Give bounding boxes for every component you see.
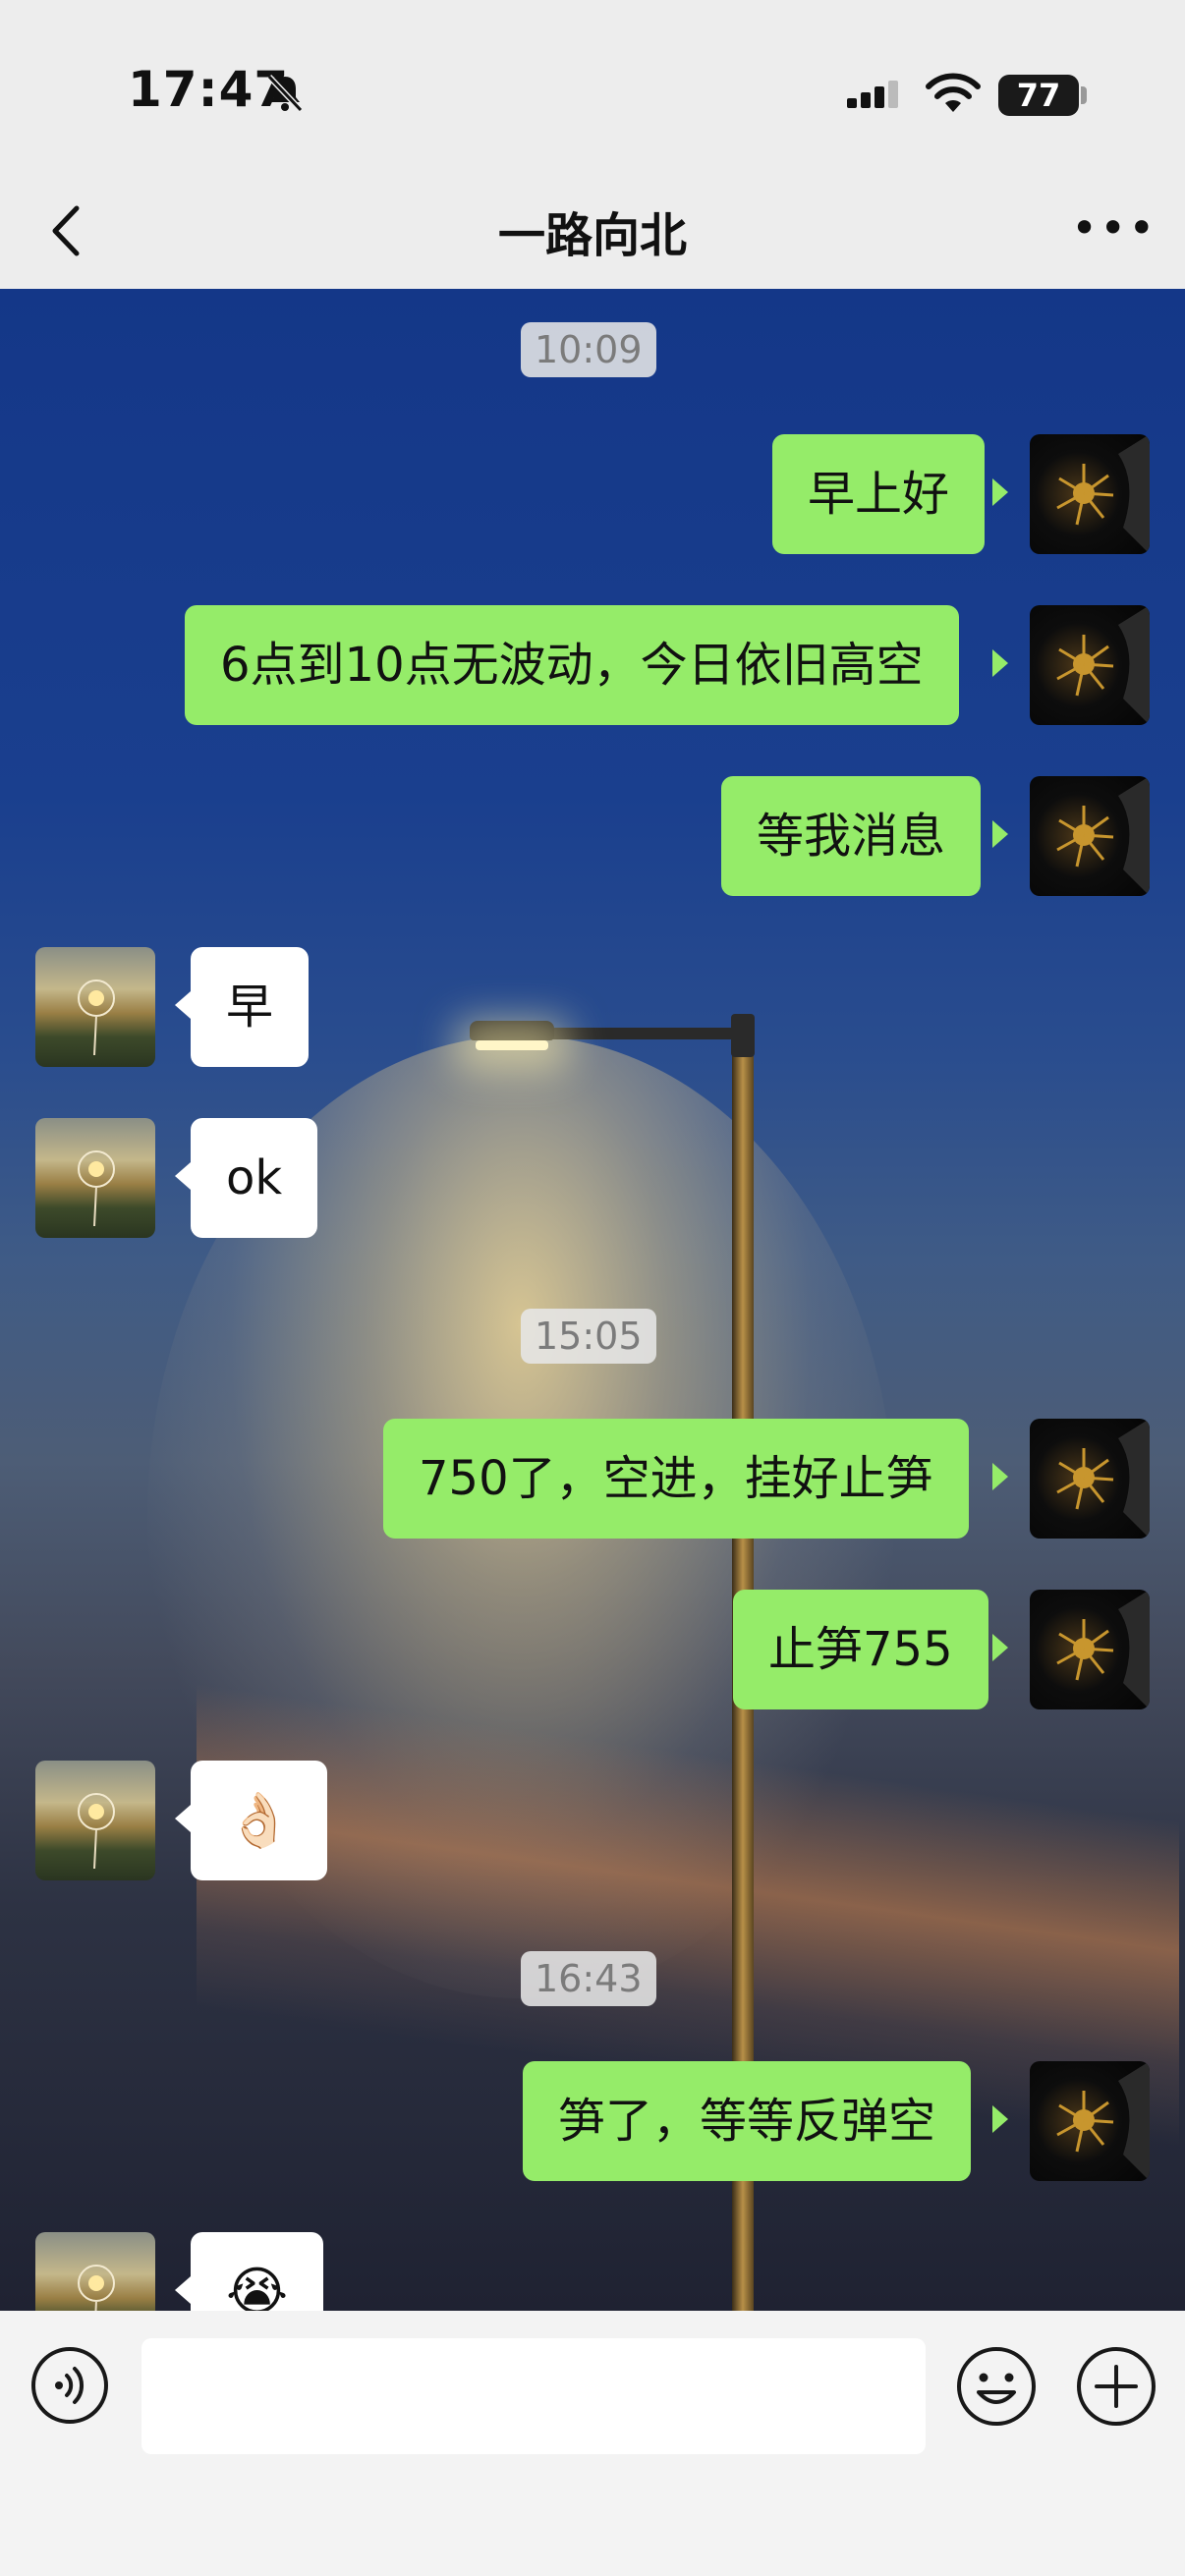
message-bubble-other[interactable]: ok: [191, 1118, 318, 1238]
bubble-tail: [175, 1162, 191, 1190]
chat-title: 一路向北: [497, 208, 687, 263]
bubble-tail: [175, 2276, 191, 2304]
avatar-self[interactable]: [1030, 776, 1150, 896]
bubble-tail: [992, 649, 1008, 677]
bubble-tail: [992, 820, 1008, 848]
dandelion-avatar-icon: [78, 980, 115, 1056]
message-bubble-self[interactable]: 等我消息: [721, 776, 982, 896]
sun-avatar-icon: [1056, 1590, 1150, 1709]
bubble-tail: [175, 1805, 191, 1832]
avatar-self[interactable]: [1030, 1419, 1150, 1539]
more-dots-icon[interactable]: •••: [1071, 205, 1155, 257]
input-bar: [0, 2311, 1185, 2576]
message-bubble-self[interactable]: 止笋755: [733, 1590, 988, 1709]
emoji-icon[interactable]: [955, 2345, 1038, 2428]
message-bubble-other[interactable]: 😭: [191, 2232, 324, 2311]
dandelion-avatar-icon: [78, 2265, 115, 2311]
battery-icon: 77: [998, 75, 1079, 116]
background-lamp-head: [470, 1021, 554, 1040]
dandelion-avatar-icon: [78, 1150, 115, 1227]
message-bubble-self[interactable]: 750了，空进，挂好止笋: [383, 1419, 969, 1539]
timestamp: 16:43: [521, 1951, 656, 2006]
avatar-other[interactable]: [35, 1761, 155, 1880]
bubble-tail: [992, 1634, 1008, 1661]
chat-area[interactable]: 10:09 早上好 6点到10点无波动，今日依旧高空 等我消息 早 ok 15:…: [0, 289, 1185, 2311]
avatar-other[interactable]: [35, 2232, 155, 2311]
sun-avatar-icon: [1056, 434, 1150, 554]
cellular-signal-icon: [847, 81, 898, 108]
message-bubble-other[interactable]: 早: [191, 947, 310, 1067]
message-bubble-self[interactable]: 6点到10点无波动，今日依旧高空: [185, 605, 959, 725]
message-bubble-self[interactable]: 早上好: [772, 434, 986, 554]
dandelion-avatar-icon: [78, 1793, 115, 1870]
plus-icon[interactable]: [1075, 2345, 1157, 2428]
wifi-icon: [926, 73, 981, 112]
message-bubble-other[interactable]: 👌🏻: [191, 1761, 328, 1880]
bubble-tail: [992, 1463, 1008, 1490]
bubble-tail: [175, 991, 191, 1019]
avatar-self[interactable]: [1030, 434, 1150, 554]
sun-avatar-icon: [1056, 605, 1150, 725]
background-lamp-top: [731, 1014, 755, 1057]
sun-avatar-icon: [1056, 1419, 1150, 1539]
nav-bar: 一路向北 •••: [0, 177, 1185, 289]
bubble-tail: [992, 478, 1008, 506]
sun-avatar-icon: [1056, 776, 1150, 896]
avatar-self[interactable]: [1030, 1590, 1150, 1709]
avatar-self[interactable]: [1030, 2061, 1150, 2181]
avatar-self[interactable]: [1030, 605, 1150, 725]
bell-slash-icon: [266, 74, 304, 113]
voice-icon[interactable]: [29, 2345, 110, 2426]
battery-cap: [1081, 86, 1087, 104]
avatar-other[interactable]: [35, 947, 155, 1067]
status-bar: 17:47 77: [0, 0, 1185, 177]
timestamp: 15:05: [521, 1309, 656, 1364]
avatar-other[interactable]: [35, 1118, 155, 1238]
message-input[interactable]: [141, 2338, 926, 2454]
bubble-tail: [992, 2105, 1008, 2133]
background-lamp-bulb: [476, 1040, 548, 1050]
timestamp: 10:09: [521, 322, 656, 377]
sun-avatar-icon: [1056, 2061, 1150, 2181]
message-bubble-self[interactable]: 笋了，等等反弹空: [523, 2061, 972, 2181]
